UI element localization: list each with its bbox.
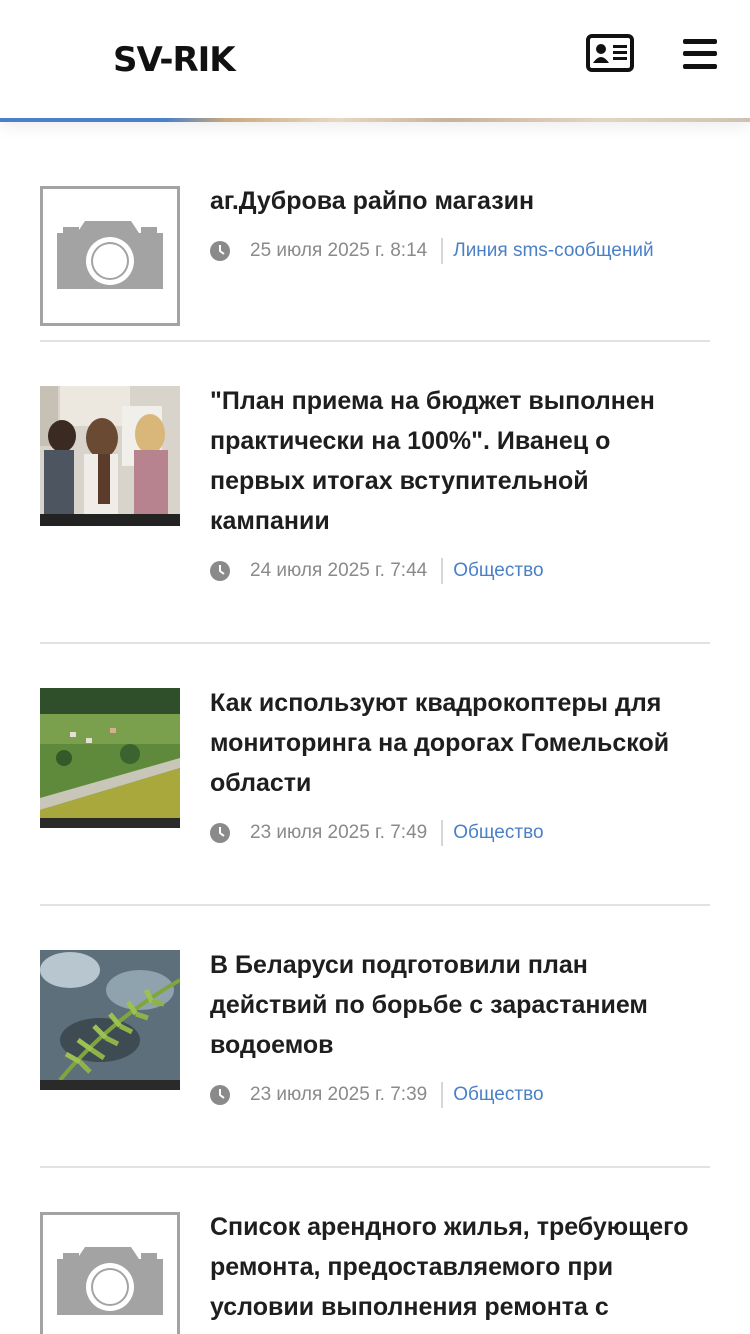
news-title[interactable]: Как используют квадрокоптеры для монитор… [210, 683, 710, 803]
fern-water-photo[interactable] [40, 950, 180, 1090]
news-meta: 24 июля 2025 г. 7:44 Общество [210, 556, 710, 586]
news-meta: 23 июля 2025 г. 7:39 Общество [210, 1080, 710, 1110]
students-photo[interactable] [40, 386, 180, 526]
news-title[interactable]: В Беларуси подготовили план действий по … [210, 945, 710, 1065]
aerial-road-photo[interactable] [40, 688, 180, 828]
news-title[interactable]: "План приема на бюджет выполнен практиче… [210, 381, 710, 541]
site-logo[interactable]: SV-RIK [113, 40, 236, 80]
contact-card-icon[interactable] [586, 34, 634, 72]
meta-divider [441, 238, 444, 264]
news-meta: 25 июля 2025 г. 8:14 Линия sms-сообщений [210, 236, 710, 266]
clock-icon [210, 1085, 230, 1105]
news-title[interactable]: аг.Дуброва райпо магазин [210, 181, 710, 221]
news-title[interactable]: Список арендного жилья, требующего ремон… [210, 1207, 710, 1327]
meta-divider [441, 1082, 444, 1108]
news-item[interactable]: "План приема на бюджет выполнен практиче… [40, 386, 710, 644]
header-accent-bar [0, 118, 750, 122]
news-category-link[interactable]: Общество [453, 560, 543, 582]
news-item[interactable]: Список арендного жилья, требующего ремон… [40, 1212, 710, 1334]
news-item[interactable]: аг.Дуброва райпо магазин 25 июля 2025 г.… [40, 186, 710, 342]
meta-divider [441, 820, 444, 846]
clock-icon [210, 241, 230, 261]
news-category-link[interactable]: Общество [453, 822, 543, 844]
news-date: 24 июля 2025 г. 7:44 [250, 560, 428, 581]
news-category-link[interactable]: Общество [453, 1084, 543, 1106]
news-meta: 23 июля 2025 г. 7:49 Общество [210, 818, 710, 848]
hamburger-menu-icon[interactable] [683, 39, 717, 69]
news-date: 23 июля 2025 г. 7:39 [250, 1084, 428, 1105]
camera-placeholder-icon[interactable] [40, 186, 180, 326]
site-header: SV-RIK [0, 0, 750, 120]
clock-icon [210, 823, 230, 843]
camera-placeholder-icon[interactable] [40, 1212, 180, 1334]
news-item[interactable]: В Беларуси подготовили план действий по … [40, 950, 710, 1168]
news-date: 25 июля 2025 г. 8:14 [250, 240, 428, 261]
news-date: 23 июля 2025 г. 7:49 [250, 822, 428, 843]
news-item[interactable]: Как используют квадрокоптеры для монитор… [40, 688, 710, 906]
news-category-link[interactable]: Линия sms-сообщений [453, 240, 653, 262]
clock-icon [210, 561, 230, 581]
meta-divider [441, 558, 444, 584]
